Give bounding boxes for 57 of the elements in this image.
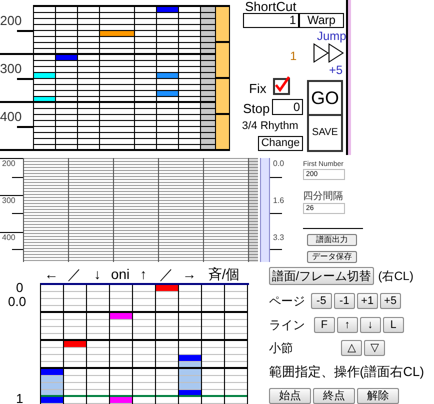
go-button[interactable]: GO (307, 80, 343, 116)
lane-header: 斉/個 (206, 267, 241, 281)
output-button[interactable]: データ保存 (307, 251, 357, 263)
shortcut-label: ShortCut (245, 0, 296, 13)
axis-label: 200 (0, 14, 22, 27)
jump-value: 1 (290, 50, 297, 62)
time-label: 1.6 (273, 197, 284, 205)
line-button[interactable]: L (382, 317, 404, 333)
time-label: 0.0 (273, 160, 284, 168)
measure-button[interactable]: ▽ (364, 340, 385, 356)
switch-button[interactable]: 譜面/フレーム切替 (268, 267, 374, 285)
time-label: 3.3 (273, 234, 284, 242)
lane-header: oni (110, 267, 131, 281)
axis-label: 300 (2, 197, 16, 205)
row-label: ライン (268, 319, 306, 331)
measure-label: 0 (16, 281, 24, 294)
lane-header: ／ (66, 267, 82, 281)
range-button[interactable]: 終点 (312, 388, 355, 404)
lane-header: → (181, 267, 198, 281)
lane-header: ← (43, 267, 60, 281)
stop-label: Stop (243, 102, 270, 115)
shortcut-field[interactable]: 1 (243, 13, 299, 28)
range-button[interactable]: 始点 (268, 388, 311, 404)
page-button[interactable]: +5 (380, 293, 401, 309)
page-button[interactable]: +1 (356, 293, 378, 309)
field-label: 四分間隔 (303, 192, 344, 202)
row-label: ページ (268, 295, 306, 307)
range-label: 範囲指定、操作(譜面右CL) (268, 365, 426, 378)
measure-label: 1 (16, 392, 24, 404)
save-button[interactable]: SAVE (307, 116, 343, 152)
page-button[interactable]: -5 (310, 293, 332, 309)
rhythm-label: 3/4 Rhythm (242, 121, 298, 132)
lane-header: ／ (158, 267, 174, 281)
page-button[interactable]: -1 (334, 293, 355, 309)
row-label: 小節 (268, 342, 294, 354)
jump-step: +5 (329, 64, 343, 76)
line-button[interactable]: ↑ (336, 317, 358, 333)
axis-label: 400 (0, 110, 22, 123)
line-button[interactable]: F (314, 317, 335, 333)
axis-label: 300 (0, 62, 22, 75)
axis-label: 200 (2, 160, 16, 168)
lane-header: ↑ (138, 267, 148, 281)
warp-button[interactable]: Warp (299, 13, 344, 28)
jump-button[interactable] (313, 43, 345, 63)
stop-field[interactable]: 0 (272, 99, 303, 115)
fix-checkbox[interactable] (273, 78, 290, 95)
line-button[interactable]: ↓ (360, 317, 381, 333)
axis-label: 400 (2, 234, 16, 242)
change-button[interactable]: Change (258, 136, 303, 151)
measure-button[interactable]: △ (340, 340, 362, 356)
time-label: 0.0 (8, 295, 26, 308)
jump-label: Jump (317, 30, 346, 42)
lane-header: ↓ (92, 267, 102, 281)
switch-hint: (右CL) (378, 270, 414, 282)
output-button[interactable]: 譜面出力 (307, 234, 357, 246)
fix-label: Fix (249, 82, 266, 95)
range-button[interactable]: 解除 (356, 388, 399, 404)
